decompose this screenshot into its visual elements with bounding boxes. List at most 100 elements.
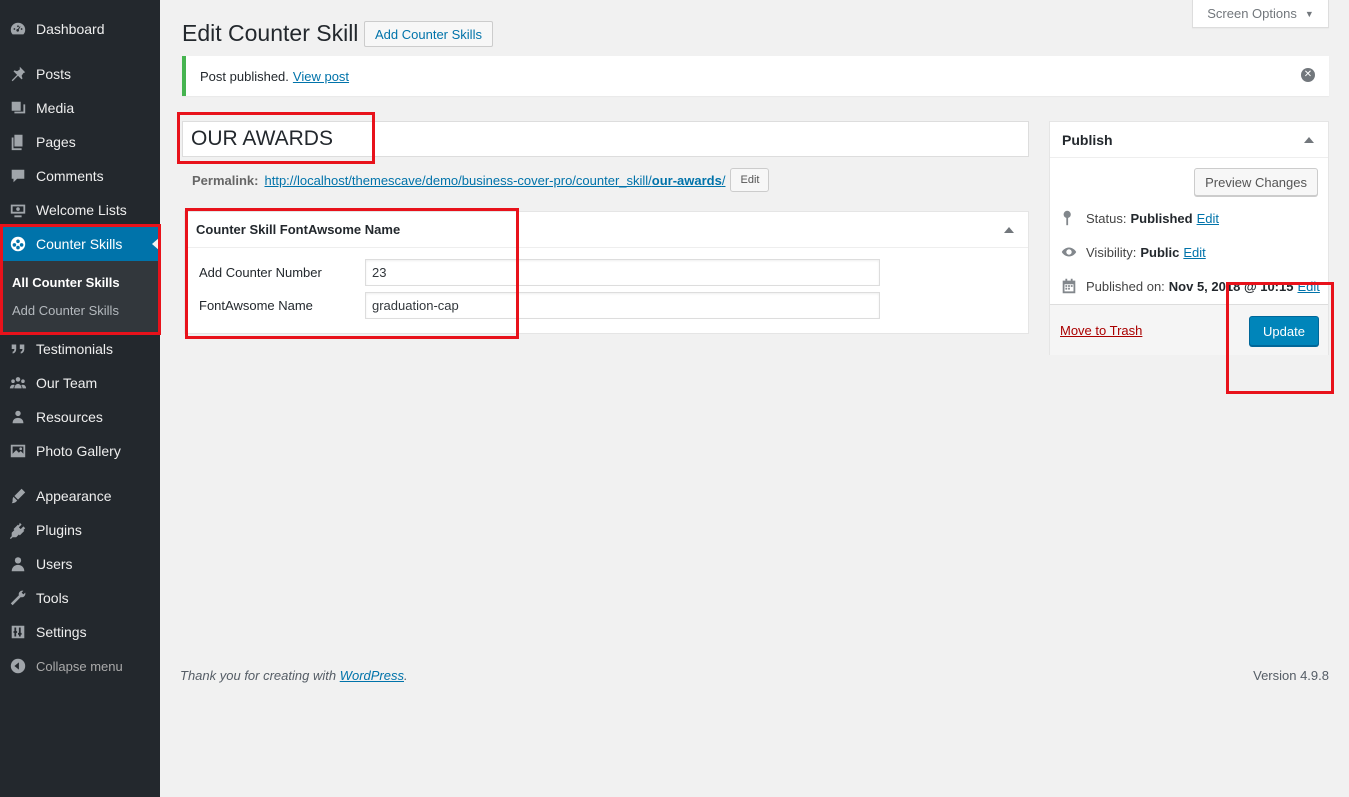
- preview-changes-button[interactable]: Preview Changes: [1194, 168, 1318, 196]
- footer-version: Version 4.9.8: [1253, 668, 1329, 683]
- screen-options-label: Screen Options: [1207, 6, 1297, 21]
- sidebar-item-plugins[interactable]: Plugins: [0, 513, 160, 547]
- submenu-all-counter-skills[interactable]: All Counter Skills: [12, 275, 120, 290]
- post-title-input[interactable]: OUR AWARDS: [182, 121, 1029, 157]
- eye-icon: [1060, 243, 1086, 261]
- collapse-icon: [0, 657, 36, 675]
- pages-icon: [0, 133, 36, 151]
- wordpress-link[interactable]: WordPress: [340, 668, 404, 683]
- major-publishing-actions: Move to Trash Update: [1050, 304, 1328, 355]
- dashboard-icon: [0, 20, 36, 38]
- sidebar-item-resources[interactable]: Resources: [0, 400, 160, 434]
- sidebar-item-tools[interactable]: Tools: [0, 581, 160, 615]
- sidebar-item-label: Resources: [36, 409, 103, 425]
- appearance-icon: [0, 487, 36, 505]
- sidebar-item-label: Plugins: [36, 522, 82, 538]
- permalink-url-base: http://localhost/themescave/demo/busines…: [264, 172, 652, 188]
- sidebar-item-welcome-lists[interactable]: Welcome Lists: [0, 193, 160, 227]
- groups-icon: [0, 374, 36, 392]
- media-icon: [0, 99, 36, 117]
- status-row: Status: Published Edit: [1060, 208, 1219, 228]
- sidebar-item-label: Dashboard: [36, 21, 105, 37]
- sidebar-item-dashboard[interactable]: Dashboard: [0, 12, 160, 46]
- publish-header[interactable]: Publish: [1050, 122, 1328, 158]
- resources-icon: [0, 408, 36, 426]
- users-icon: [0, 555, 36, 573]
- sidebar-item-label: Counter Skills: [36, 236, 123, 252]
- sidebar-item-counter-skills[interactable]: Counter Skills: [0, 227, 160, 261]
- permalink-row: Permalink: http://localhost/themescave/d…: [192, 168, 770, 192]
- collapse-label: Collapse menu: [36, 658, 123, 674]
- tools-icon: [0, 589, 36, 607]
- sidebar-item-label: Photo Gallery: [36, 443, 121, 459]
- edit-slug-button[interactable]: Edit: [730, 168, 770, 192]
- move-to-trash-link[interactable]: Move to Trash: [1060, 323, 1142, 338]
- calendar-icon: [1060, 277, 1086, 295]
- sidebar-item-testimonials[interactable]: Testimonials: [0, 332, 160, 366]
- plugins-icon: [0, 521, 36, 539]
- sidebar-item-photo-gallery[interactable]: Photo Gallery: [0, 434, 160, 468]
- fontawesome-name-input[interactable]: graduation-cap: [365, 292, 880, 319]
- permalink-trailing: /: [721, 172, 726, 188]
- sidebar-item-posts[interactable]: Posts: [0, 57, 160, 91]
- metabox-header[interactable]: Counter Skill FontAwsome Name: [185, 212, 1028, 248]
- permalink-label: Permalink:: [192, 172, 259, 188]
- admin-sidebar: Dashboard Posts Media Pages Comments Wel…: [0, 0, 160, 797]
- collapse-menu-button[interactable]: Collapse menu: [0, 649, 160, 683]
- sidebar-item-label: Posts: [36, 66, 72, 82]
- settings-icon: [0, 623, 36, 641]
- visibility-row: Visibility: Public Edit: [1060, 242, 1206, 262]
- add-counter-skills-button[interactable]: Add Counter Skills: [364, 21, 493, 47]
- fontawesome-name-label: FontAwsome Name: [199, 298, 313, 313]
- sidebar-item-media[interactable]: Media: [0, 91, 160, 125]
- permalink-slug: our-awards: [651, 172, 722, 188]
- sidebar-item-label: Our Team: [36, 375, 98, 391]
- post-published-notice: Post published. View post ✕: [182, 56, 1329, 96]
- sidebar-item-label: Welcome Lists: [36, 202, 127, 218]
- screen-options-button[interactable]: Screen Options ▼: [1192, 0, 1329, 28]
- view-post-link[interactable]: View post: [293, 69, 349, 84]
- footer-thanks: Thank you for creating with WordPress.: [180, 668, 408, 683]
- sidebar-item-appearance[interactable]: Appearance: [0, 479, 160, 513]
- fontawesome-name-row: FontAwsome Name graduation-cap: [199, 292, 880, 319]
- counter-skill-metabox: Counter Skill FontAwsome Name Add Counte…: [184, 211, 1029, 334]
- sidebar-item-comments[interactable]: Comments: [0, 159, 160, 193]
- footer-thanks-prefix: Thank you for creating with: [180, 668, 337, 683]
- quote-icon: [0, 340, 36, 358]
- submenu-add-counter-skills[interactable]: Add Counter Skills: [12, 303, 119, 318]
- edit-status-link[interactable]: Edit: [1197, 211, 1219, 226]
- update-button[interactable]: Update: [1249, 316, 1319, 346]
- sidebar-item-users[interactable]: Users: [0, 547, 160, 581]
- sidebar-item-label: Testimonials: [36, 341, 114, 357]
- edit-date-link[interactable]: Edit: [1297, 279, 1319, 294]
- counter-number-row: Add Counter Number 23: [199, 259, 880, 286]
- published-on-label: Published on:: [1086, 278, 1165, 294]
- sidebar-item-label: Media: [36, 100, 75, 116]
- pin-icon: [1060, 209, 1086, 227]
- sidebar-item-label: Appearance: [36, 488, 112, 504]
- publish-box: Publish Preview Changes Status: Publishe…: [1049, 121, 1329, 355]
- metabox-title: Counter Skill FontAwsome Name: [196, 222, 401, 237]
- toggle-arrow-icon[interactable]: [1304, 137, 1314, 143]
- sidebar-item-label: Pages: [36, 134, 76, 150]
- comment-icon: [0, 167, 36, 185]
- welcome-icon: [0, 201, 36, 219]
- counter-number-input[interactable]: 23: [365, 259, 880, 286]
- status-label: Status:: [1086, 210, 1127, 226]
- visibility-value: Public: [1140, 244, 1180, 260]
- sidebar-item-label: Comments: [36, 168, 104, 184]
- edit-visibility-link[interactable]: Edit: [1183, 245, 1205, 260]
- permalink-url[interactable]: http://localhost/themescave/demo/busines…: [264, 173, 725, 188]
- sidebar-item-label: Tools: [36, 590, 69, 606]
- pin-icon: [0, 65, 36, 83]
- published-on-row: Published on: Nov 5, 2018 @ 10:15 Edit: [1060, 276, 1320, 296]
- sidebar-item-settings[interactable]: Settings: [0, 615, 160, 649]
- counter-icon: [0, 235, 36, 253]
- footer-thanks-suffix: .: [404, 668, 408, 683]
- sidebar-item-pages[interactable]: Pages: [0, 125, 160, 159]
- publish-title: Publish: [1062, 131, 1113, 148]
- sidebar-item-label: Settings: [36, 624, 87, 640]
- dismiss-icon[interactable]: ✕: [1301, 68, 1315, 82]
- sidebar-item-our-team[interactable]: Our Team: [0, 366, 160, 400]
- toggle-arrow-icon[interactable]: [1004, 227, 1014, 233]
